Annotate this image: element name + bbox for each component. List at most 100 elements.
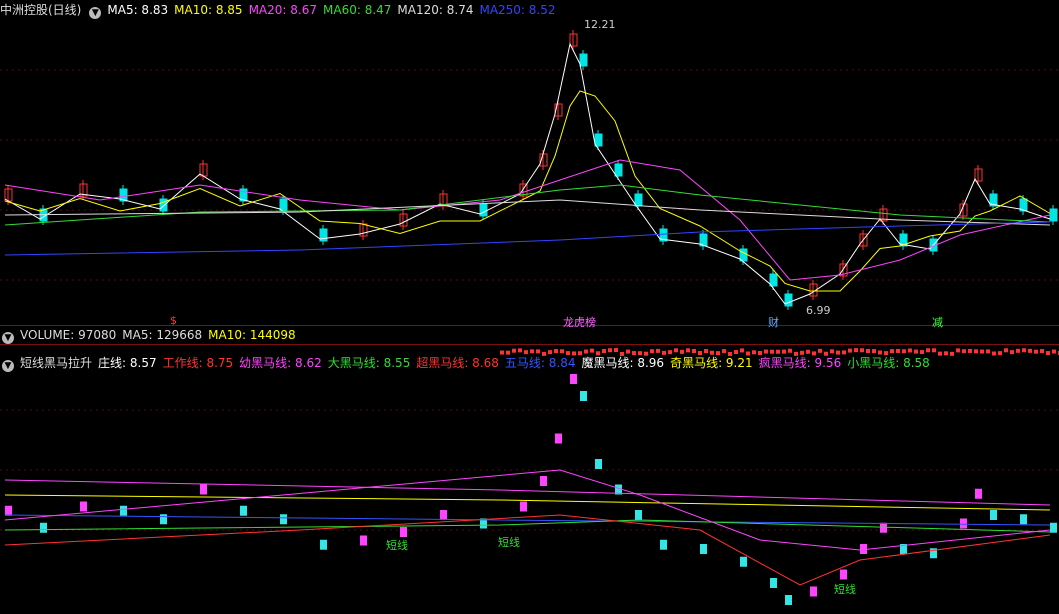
signal-label-3: 短线 [834, 581, 856, 597]
candle-body [595, 134, 602, 146]
volume-bar [788, 349, 792, 353]
volume-bar [710, 351, 714, 355]
volume-bar [746, 352, 750, 356]
indicator-bar [595, 459, 602, 469]
volume-bar [560, 349, 564, 353]
indicator-bar [580, 391, 587, 401]
volume-bar [770, 350, 774, 354]
candle-body [740, 249, 747, 261]
volume-bar [758, 351, 762, 355]
event-marker-lhb[interactable]: 龙虎榜 [563, 314, 596, 330]
signal-label-1: 短线 [386, 537, 408, 553]
volume-bar [896, 349, 900, 353]
volume-bar [518, 348, 522, 352]
candle-body [1050, 209, 1057, 221]
volume-bar [1034, 350, 1038, 354]
ma250-line [5, 222, 1050, 255]
indicator-bar [400, 527, 407, 537]
volume-bar [842, 350, 846, 354]
volume-bar [860, 348, 864, 352]
high-price-label: 12.21 [584, 18, 616, 31]
volume-bar [1052, 350, 1056, 354]
volume-bar [602, 349, 606, 353]
ind-line-work [5, 515, 1050, 585]
volume-bar [1046, 351, 1050, 355]
volume-bar [950, 352, 954, 356]
volume-bar [608, 348, 612, 352]
volume-bar [506, 351, 510, 355]
volume-bar [830, 349, 834, 353]
indicator-bar [660, 540, 667, 550]
volume-bar [536, 349, 540, 353]
volume-bar [530, 349, 534, 353]
ind-line-odd [5, 495, 1050, 510]
indicator-bar [700, 544, 707, 554]
indicator-bar [520, 502, 527, 512]
volume-bar [1010, 350, 1014, 354]
volume-bar [866, 349, 870, 353]
indicator-bar [810, 587, 817, 597]
indicator-bar [555, 434, 562, 444]
candle-body [480, 204, 487, 216]
indicator-bar [360, 536, 367, 546]
volume-bar [674, 348, 678, 352]
volume-bar [752, 350, 756, 354]
volume-bar [800, 351, 804, 355]
indicator-bar [40, 523, 47, 533]
indicator-bar [770, 578, 777, 588]
volume-bar [920, 350, 924, 354]
indicator-bar [740, 557, 747, 567]
volume-bar [956, 348, 960, 352]
volume-bar [704, 349, 708, 353]
volume-bar [656, 349, 660, 353]
indicator-bar [1020, 514, 1027, 524]
event-marker-finance[interactable]: 财 [768, 314, 779, 330]
low-price-label: 6.99 [806, 304, 831, 317]
event-marker-dollar[interactable]: $ [170, 314, 177, 327]
volume-bar [638, 351, 642, 355]
signal-label-2: 短线 [498, 534, 520, 550]
volume-bar [992, 352, 996, 356]
volume-bar [584, 350, 588, 354]
indicator-bar [570, 374, 577, 384]
volume-bar [1028, 349, 1032, 353]
candle-body [785, 294, 792, 306]
volume-bar [824, 352, 828, 356]
volume-bar [692, 349, 696, 353]
volume-bar [500, 351, 504, 355]
indicator-bar [785, 595, 792, 605]
volume-bar [698, 351, 702, 355]
chart-canvas[interactable] [0, 0, 1059, 614]
volume-bar [1004, 348, 1008, 352]
volume-bar [620, 352, 624, 356]
volume-bar [854, 348, 858, 352]
volume-bar [512, 349, 516, 353]
volume-bar [782, 350, 786, 354]
volume-bar [902, 349, 906, 353]
volume-bar [728, 352, 732, 356]
volume-bar [662, 351, 666, 355]
candle-body [615, 164, 622, 176]
indicator-bar [440, 510, 447, 520]
indicator-bar [840, 570, 847, 580]
volume-bar [578, 351, 582, 355]
volume-bar [776, 350, 780, 354]
volume-bar [554, 349, 558, 353]
volume-bar [680, 350, 684, 354]
indicator-bar [200, 485, 207, 495]
ind-line-young [5, 470, 1050, 550]
indicator-bar [635, 510, 642, 520]
volume-bar [548, 350, 552, 354]
event-marker-reduce[interactable]: 减 [932, 314, 943, 330]
candle-body [635, 194, 642, 206]
volume-bar [974, 349, 978, 353]
volume-bar [596, 351, 600, 355]
volume-bar [722, 349, 726, 353]
volume-bar [962, 349, 966, 353]
volume-bar [1040, 349, 1044, 353]
indicator-bar [240, 506, 247, 516]
volume-bar [1016, 349, 1020, 353]
indicator-bar [160, 514, 167, 524]
volume-bar [764, 350, 768, 354]
ma5-line [5, 44, 1050, 304]
